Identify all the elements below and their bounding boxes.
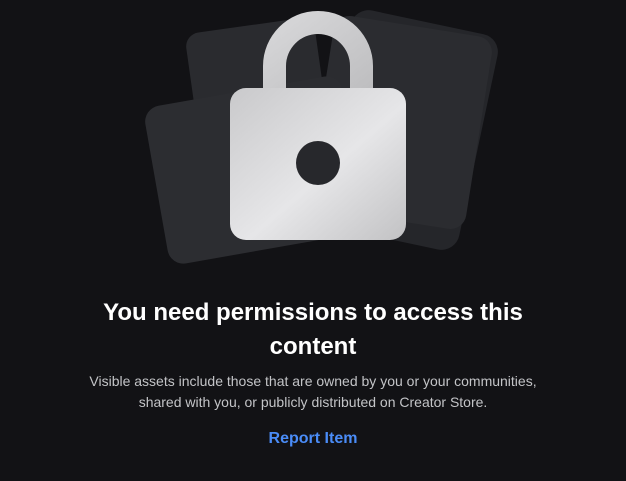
page-title: You need permissions to access this cont… (0, 296, 626, 364)
description-line: Visible assets include those that are ow… (89, 373, 537, 389)
description-text: Visible assets include those that are ow… (0, 371, 626, 413)
permission-denied-page: You need permissions to access this cont… (0, 0, 626, 481)
title-line: content (269, 333, 357, 360)
title-line: You need permissions to access this (103, 299, 523, 326)
lock-illustration (145, 10, 498, 264)
report-item-link[interactable]: Report Item (269, 430, 358, 447)
report-link-container: Report Item (0, 428, 626, 450)
description-line: shared with you, or publicly distributed… (138, 394, 488, 410)
